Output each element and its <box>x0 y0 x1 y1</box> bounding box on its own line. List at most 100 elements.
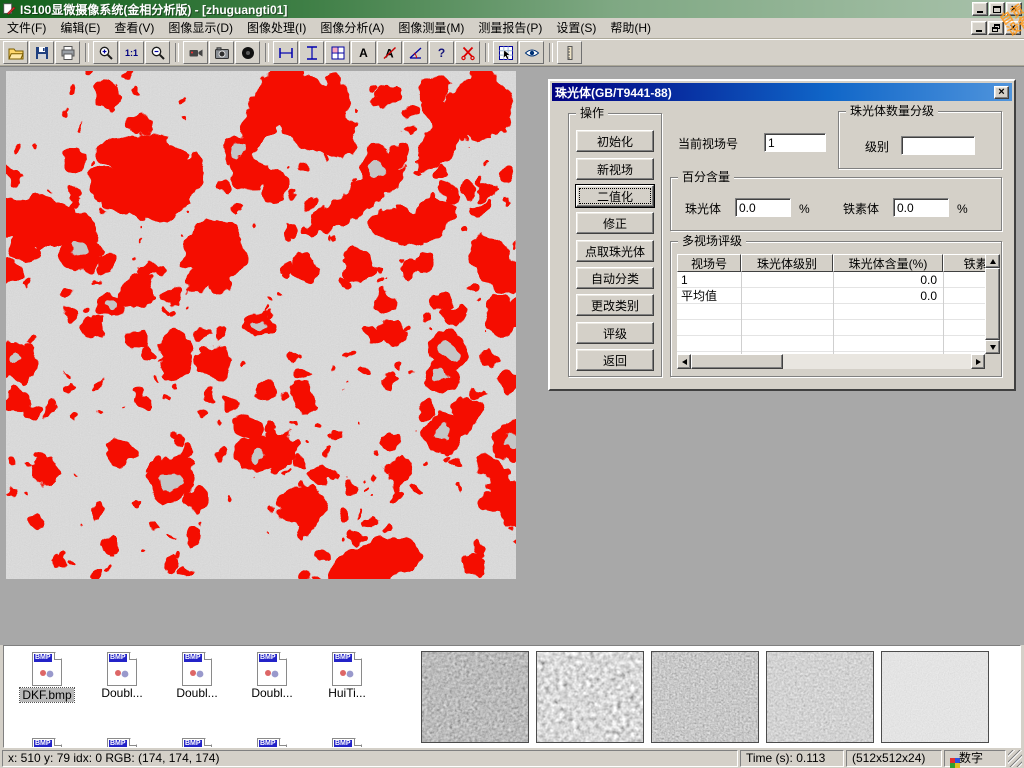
video-capture-button[interactable] <box>183 41 208 64</box>
change-class-button[interactable]: 更改类别 <box>576 294 654 316</box>
menu-image-process[interactable]: 图像处理(I) <box>240 19 313 38</box>
image-thumbnail[interactable] <box>881 651 989 743</box>
scale-ruler-button[interactable] <box>557 41 582 64</box>
header-pearlite-percent[interactable]: 珠光体含量(%) <box>833 254 943 272</box>
initialize-button[interactable]: 初始化 <box>576 130 654 152</box>
new-field-button[interactable]: 新视场 <box>576 158 654 180</box>
minimize-button[interactable] <box>972 2 988 16</box>
grid-cursor-button[interactable] <box>493 41 518 64</box>
vertical-scroll-thumb[interactable] <box>985 268 1000 340</box>
font-style-button[interactable]: A <box>377 41 402 64</box>
mdi-minimize-button[interactable] <box>971 21 987 35</box>
resize-grip[interactable] <box>1008 750 1022 767</box>
preview-button[interactable] <box>519 41 544 64</box>
ferrite-percent-sign: % <box>957 202 968 216</box>
menu-file[interactable]: 文件(F) <box>0 19 53 38</box>
menu-view[interactable]: 查看(V) <box>107 19 161 38</box>
file-item[interactable]: BMP <box>89 738 155 748</box>
menu-edit[interactable]: 编辑(E) <box>53 19 107 38</box>
print-button[interactable] <box>55 41 80 64</box>
menu-measure-report[interactable]: 测量报告(P) <box>471 19 549 38</box>
file-item[interactable]: BMP Doubl... <box>239 652 305 700</box>
metallograph-image[interactable] <box>6 71 516 579</box>
scroll-up-button[interactable] <box>985 254 1000 268</box>
header-pearlite-grade[interactable]: 珠光体级别 <box>741 254 833 272</box>
table-vertical-scrollbar[interactable] <box>985 254 1000 354</box>
file-name: DKF.bmp <box>20 688 73 702</box>
image-thumbnail[interactable] <box>766 651 874 743</box>
status-image-size: (512x512x24) <box>846 750 942 767</box>
ferrite-percent-input[interactable] <box>893 198 949 217</box>
video-camera-icon <box>188 45 204 61</box>
grade-level-input[interactable] <box>901 136 975 155</box>
horizontal-scroll-thumb[interactable] <box>691 354 783 369</box>
current-field-input[interactable] <box>764 133 826 152</box>
grid-select-button[interactable] <box>325 41 350 64</box>
menu-image-display[interactable]: 图像显示(D) <box>161 19 240 38</box>
actual-size-button[interactable]: 1:1 <box>119 41 144 64</box>
menu-help[interactable]: 帮助(H) <box>603 19 658 38</box>
grade-label: 级别 <box>865 140 889 154</box>
angle-measure-button[interactable] <box>403 41 428 64</box>
file-item[interactable]: BMP <box>314 738 380 748</box>
dialog-close-button[interactable]: × <box>994 86 1009 99</box>
pearlite-percent-input[interactable] <box>735 198 791 217</box>
auto-classify-button[interactable]: 自动分类 <box>576 267 654 289</box>
pick-pearlite-button[interactable]: 点取珠光体 <box>576 240 654 262</box>
maximize-button[interactable] <box>989 2 1005 16</box>
text-annotate-button[interactable]: A <box>351 41 376 64</box>
table-row[interactable]: 1 0.0 <box>677 272 985 288</box>
current-field-label: 当前视场号 <box>678 137 738 151</box>
menu-settings[interactable]: 设置(S) <box>549 19 603 38</box>
header-field-number[interactable]: 视场号 <box>677 254 741 272</box>
scroll-down-button[interactable] <box>985 340 1000 354</box>
file-item[interactable]: BMP <box>164 738 230 748</box>
file-name: HuiTi... <box>328 686 366 700</box>
measure-width-button[interactable] <box>273 41 298 64</box>
menu-image-analysis[interactable]: 图像分析(A) <box>313 19 391 38</box>
file-item[interactable]: BMP DKF.bmp <box>14 652 80 705</box>
file-item[interactable]: BMP <box>14 738 80 748</box>
measure-height-button[interactable] <box>299 41 324 64</box>
capture-frame-button[interactable] <box>235 41 260 64</box>
header-ferrite-percent[interactable]: 铁素体含量(%) <box>943 254 985 272</box>
cut-button[interactable] <box>455 41 480 64</box>
close-button[interactable]: × <box>1006 2 1022 16</box>
status-bar: x: 510 y: 79 idx: 0 RGB: (174, 174, 174)… <box>0 748 1024 768</box>
save-button[interactable] <box>29 41 54 64</box>
file-item[interactable]: BMP <box>239 738 305 748</box>
pearlite-percent-sign: % <box>799 202 810 216</box>
grade-group: 珠光体数量分级 级别 <box>838 111 1002 169</box>
image-thumbnail[interactable] <box>651 651 759 743</box>
binarize-button[interactable]: 二值化 <box>576 185 654 207</box>
mdi-client-area: 珠光体(GB/T9441-88) × 操作 初始化 新视场 二值化 修正 点取珠… <box>0 66 1024 645</box>
scroll-right-button[interactable] <box>971 354 985 369</box>
help-button[interactable]: ? <box>429 41 454 64</box>
menu-image-measure[interactable]: 图像测量(M) <box>391 19 471 38</box>
zoom-out-button[interactable] <box>145 41 170 64</box>
return-button[interactable]: 返回 <box>576 349 654 371</box>
mdi-close-button[interactable]: × <box>1005 21 1021 35</box>
table-horizontal-scrollbar[interactable] <box>677 354 985 369</box>
mdi-restore-button[interactable] <box>988 21 1004 35</box>
pearlite-dialog: 珠光体(GB/T9441-88) × 操作 初始化 新视场 二值化 修正 点取珠… <box>548 79 1016 391</box>
dialog-title-bar: 珠光体(GB/T9441-88) × <box>552 83 1012 101</box>
eye-icon <box>524 45 540 61</box>
file-item[interactable]: BMP Doubl... <box>164 652 230 700</box>
camera-button[interactable] <box>209 41 234 64</box>
printer-icon <box>60 45 76 61</box>
file-name: Doubl... <box>251 686 292 700</box>
open-button[interactable] <box>3 41 28 64</box>
table-row[interactable]: 平均值 0.0 <box>677 288 985 304</box>
file-item[interactable]: BMP Doubl... <box>89 652 155 700</box>
grade-group-label: 珠光体数量分级 <box>846 104 938 118</box>
image-thumbnail[interactable] <box>536 651 644 743</box>
scroll-left-button[interactable] <box>677 354 691 369</box>
correct-button[interactable]: 修正 <box>576 212 654 234</box>
image-thumbnail[interactable] <box>421 651 529 743</box>
scroll-track[interactable] <box>783 354 971 369</box>
zoom-in-button[interactable] <box>93 41 118 64</box>
multi-field-group-label: 多视场评级 <box>678 234 746 248</box>
file-item[interactable]: BMP HuiTi... <box>314 652 380 700</box>
grade-button[interactable]: 评级 <box>576 322 654 344</box>
